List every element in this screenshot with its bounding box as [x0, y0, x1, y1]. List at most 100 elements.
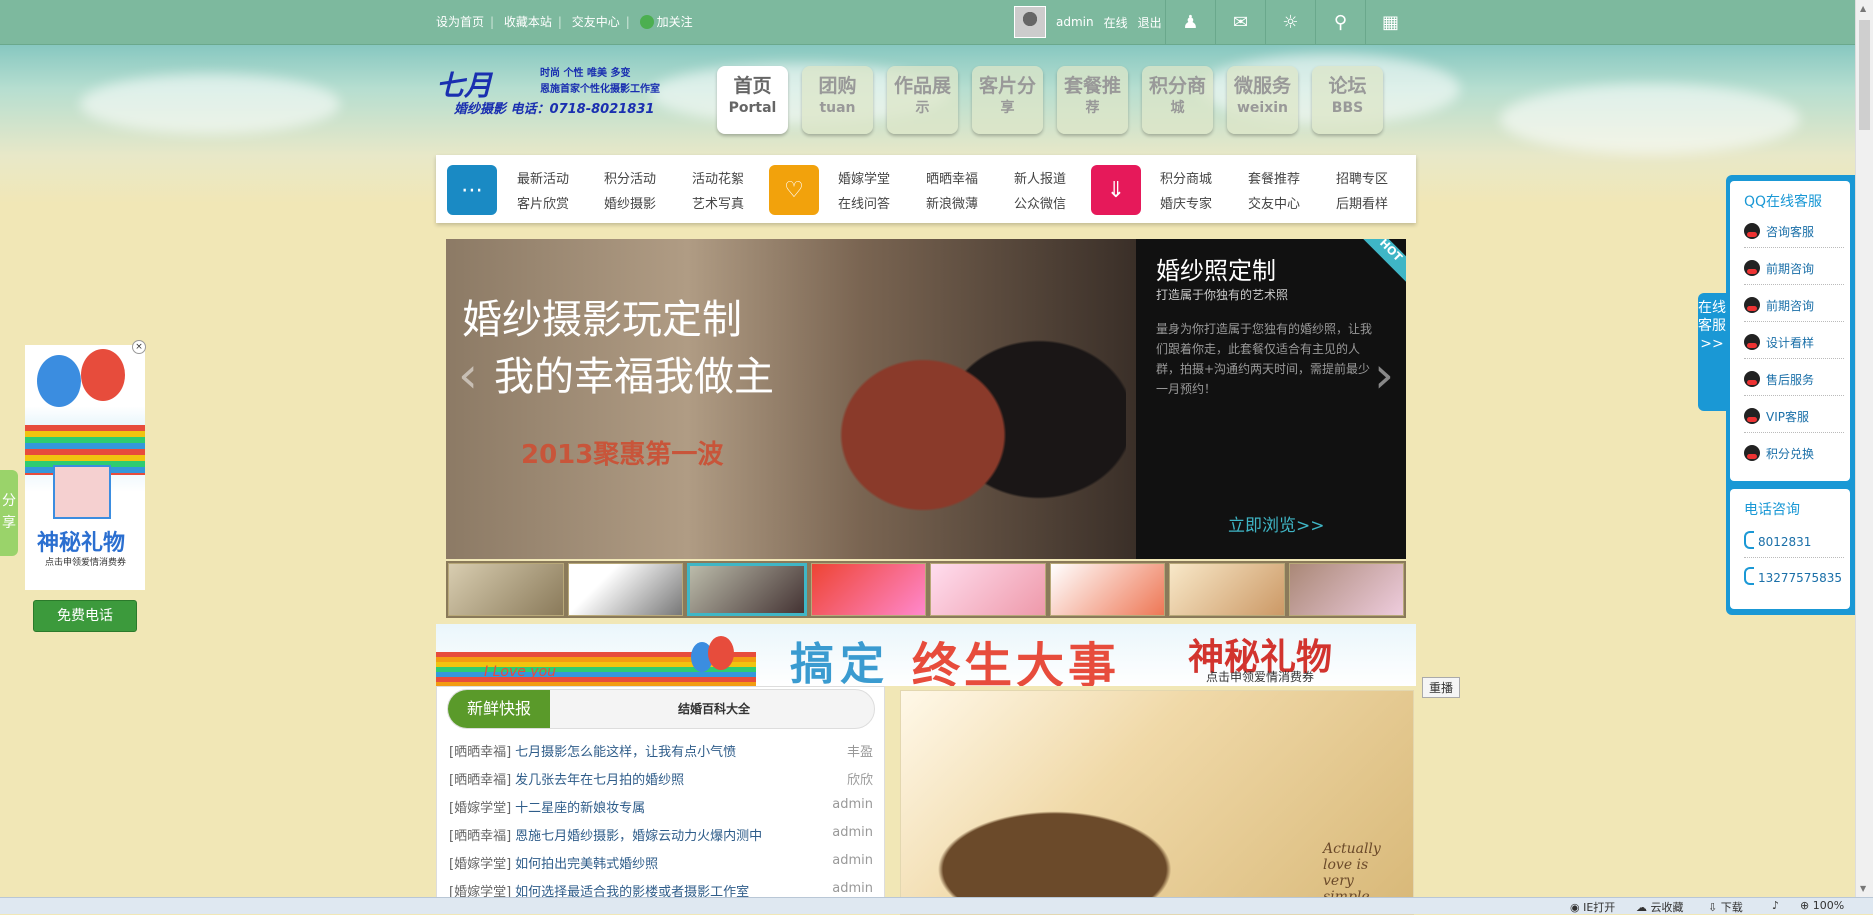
thumbnail[interactable]	[930, 563, 1046, 616]
subnav-link[interactable]: 在线问答	[838, 193, 890, 212]
news-author[interactable]: admin	[832, 797, 873, 812]
nav-item-bbs[interactable]: 论坛 BBS	[1312, 66, 1383, 134]
news-author[interactable]: admin	[832, 853, 873, 868]
news-category[interactable]: [晒晒幸福]	[449, 745, 511, 760]
subnav-link[interactable]: 艺术写真	[692, 193, 744, 212]
search-icon[interactable]: ⚲	[1315, 0, 1365, 44]
thumbnail[interactable]	[1288, 563, 1404, 616]
list-item[interactable]: [晒晒幸福] 发几张去年在七月拍的婚纱照 欣欣	[449, 769, 873, 789]
subnav-link[interactable]: 最新活动	[517, 168, 569, 187]
nav-item-weixin[interactable]: 微服务 weixin	[1227, 66, 1298, 134]
list-item[interactable]: [晒晒幸福] 七月摄影怎么能这样，让我有点小气愤 丰盈	[449, 741, 873, 761]
free-call-button[interactable]: 免费电话	[33, 600, 137, 632]
follow-link[interactable]: 加关注	[657, 15, 693, 29]
nav-item-packages[interactable]: 套餐推荐	[1057, 66, 1128, 134]
scrollbar-thumb[interactable]	[1859, 20, 1870, 130]
scroll-up-icon[interactable]: ▲	[1860, 4, 1866, 13]
service-item[interactable]: VIP客服	[1744, 402, 1844, 433]
subnav-link[interactable]: 婚嫁学堂	[838, 168, 890, 187]
settings-icon[interactable]: ☼	[1265, 0, 1315, 44]
thumbnail[interactable]	[1169, 563, 1285, 616]
subnav-link[interactable]: 积分商城	[1160, 168, 1212, 187]
tab-wiki[interactable]: 结婚百科大全	[678, 690, 750, 728]
news-author[interactable]: admin	[832, 881, 873, 896]
subnav-link[interactable]: 招聘专区	[1336, 168, 1388, 187]
logout-link[interactable]: 退出	[1138, 14, 1162, 31]
friends-link[interactable]: 交友中心	[572, 15, 620, 29]
prev-arrow-icon[interactable]: ‹	[448, 335, 488, 415]
ad-banner[interactable]: I Love you 搞定 终生大事 神秘礼物 点击申领爱情消费券	[436, 624, 1416, 686]
close-icon[interactable]: ×	[132, 340, 146, 354]
service-label: 咨询客服	[1766, 225, 1815, 239]
news-author[interactable]: 欣欣	[847, 769, 873, 788]
volume-icon[interactable]: ♪	[1772, 899, 1779, 912]
service-item[interactable]: 前期咨询	[1744, 291, 1844, 322]
news-title[interactable]: 七月摄影怎么能这样，让我有点小气愤	[515, 745, 736, 760]
phone-item: 13277575835	[1744, 563, 1844, 593]
news-title[interactable]: 发几张去年在七月拍的婚纱照	[515, 773, 684, 788]
next-arrow-icon[interactable]: ›	[1364, 335, 1404, 415]
tab-news[interactable]: 新鲜快报	[448, 690, 550, 728]
avatar[interactable]	[1014, 6, 1046, 38]
online-service-tab[interactable]: 在线客服>>	[1698, 293, 1726, 411]
subnav-link[interactable]: 婚纱摄影	[604, 193, 656, 212]
mail-icon[interactable]: ✉	[1215, 0, 1265, 44]
news-author[interactable]: admin	[832, 825, 873, 840]
banner-image[interactable]: 婚纱摄影玩定制 我的幸福我做主 2013聚惠第一波	[446, 239, 1136, 559]
list-item[interactable]: [婚嫁学堂] 如何拍出完美韩式婚纱照 admin	[449, 853, 873, 873]
thumbnail[interactable]	[810, 563, 926, 616]
featured-photo[interactable]: Actually love is very simple	[900, 690, 1414, 915]
banner-more-link[interactable]: 立即浏览>>	[1228, 511, 1325, 536]
nav-item-share[interactable]: 客片分享	[972, 66, 1043, 134]
subnav-link[interactable]: 婚庆专家	[1160, 193, 1212, 212]
service-item[interactable]: 设计看样	[1744, 328, 1844, 359]
news-author[interactable]: 丰盈	[847, 741, 873, 760]
username-link[interactable]: admin	[1056, 15, 1094, 29]
news-category[interactable]: [婚嫁学堂]	[449, 801, 511, 816]
service-item[interactable]: 售后服务	[1744, 365, 1844, 396]
nav-item-works[interactable]: 作品展示	[887, 66, 958, 134]
subnav-link[interactable]: 晒晒幸福	[926, 168, 978, 187]
site-logo[interactable]: 七月 时尚 个性 唯美 多变 恩施首家个性化摄影工作室 婚纱摄影 电话：0718…	[436, 60, 661, 120]
subnav-link[interactable]: 新人报道	[1014, 168, 1066, 187]
replay-button[interactable]: 重播	[1422, 677, 1461, 698]
subnav-link[interactable]: 活动花絮	[692, 168, 744, 187]
subnav-link[interactable]: 套餐推荐	[1248, 168, 1300, 187]
news-title[interactable]: 十二星座的新娘妆专属	[515, 801, 645, 816]
list-item[interactable]: [婚嫁学堂] 十二星座的新娘妆专属 admin	[449, 797, 873, 817]
subnav-link[interactable]: 客片欣赏	[517, 193, 569, 212]
subnav-link[interactable]: 公众微信	[1014, 193, 1066, 212]
subnav-link[interactable]: 新浪微薄	[926, 193, 978, 212]
gift-ad[interactable]: 神秘礼物 点击申领爱情消费券	[25, 345, 145, 590]
subnav-link[interactable]: 积分活动	[604, 168, 656, 187]
nav-item-tuan[interactable]: 团购 tuan	[802, 66, 873, 134]
vertical-scrollbar[interactable]: ▲ ▼	[1855, 0, 1873, 897]
scroll-down-icon[interactable]: ▼	[1860, 884, 1866, 893]
grid-icon[interactable]: ▦	[1365, 0, 1415, 44]
thumbnail[interactable]	[567, 563, 683, 616]
news-category[interactable]: [婚嫁学堂]	[449, 857, 511, 872]
online-status[interactable]: 在线	[1104, 14, 1128, 31]
subnav-link[interactable]: 交友中心	[1248, 193, 1300, 212]
set-home-link[interactable]: 设为首页	[436, 15, 484, 29]
service-item[interactable]: 咨询客服	[1744, 217, 1844, 248]
zoom-control[interactable]: ⊕ 100%	[1800, 899, 1844, 912]
bookmark-link[interactable]: 收藏本站	[504, 15, 552, 29]
nav-item-mall[interactable]: 积分商城	[1142, 66, 1213, 134]
share-tab[interactable]: 分享	[0, 470, 18, 556]
thumbnail[interactable]	[1049, 563, 1165, 616]
user-icon[interactable]: ♟	[1165, 0, 1215, 44]
phone-service-box: 电话咨询 8012831 13277575835	[1730, 489, 1850, 609]
service-item[interactable]: 积分兑换	[1744, 439, 1844, 469]
news-category[interactable]: [晒晒幸福]	[449, 773, 511, 788]
service-item[interactable]: 前期咨询	[1744, 254, 1844, 285]
news-title[interactable]: 如何拍出完美韩式婚纱照	[515, 857, 658, 872]
news-title[interactable]: 恩施七月婚纱摄影，婚嫁云动力火爆内测中	[515, 829, 762, 844]
ad-text-4: 点击申领爱情消费券	[1206, 670, 1315, 684]
subnav-link[interactable]: 后期看样	[1336, 193, 1388, 212]
news-category[interactable]: [晒晒幸福]	[449, 829, 511, 844]
nav-item-portal[interactable]: 首页 Portal	[717, 66, 788, 134]
thumbnail[interactable]	[687, 563, 807, 616]
list-item[interactable]: [晒晒幸福] 恩施七月婚纱摄影，婚嫁云动力火爆内测中 admin	[449, 825, 873, 845]
thumbnail[interactable]	[448, 563, 564, 616]
